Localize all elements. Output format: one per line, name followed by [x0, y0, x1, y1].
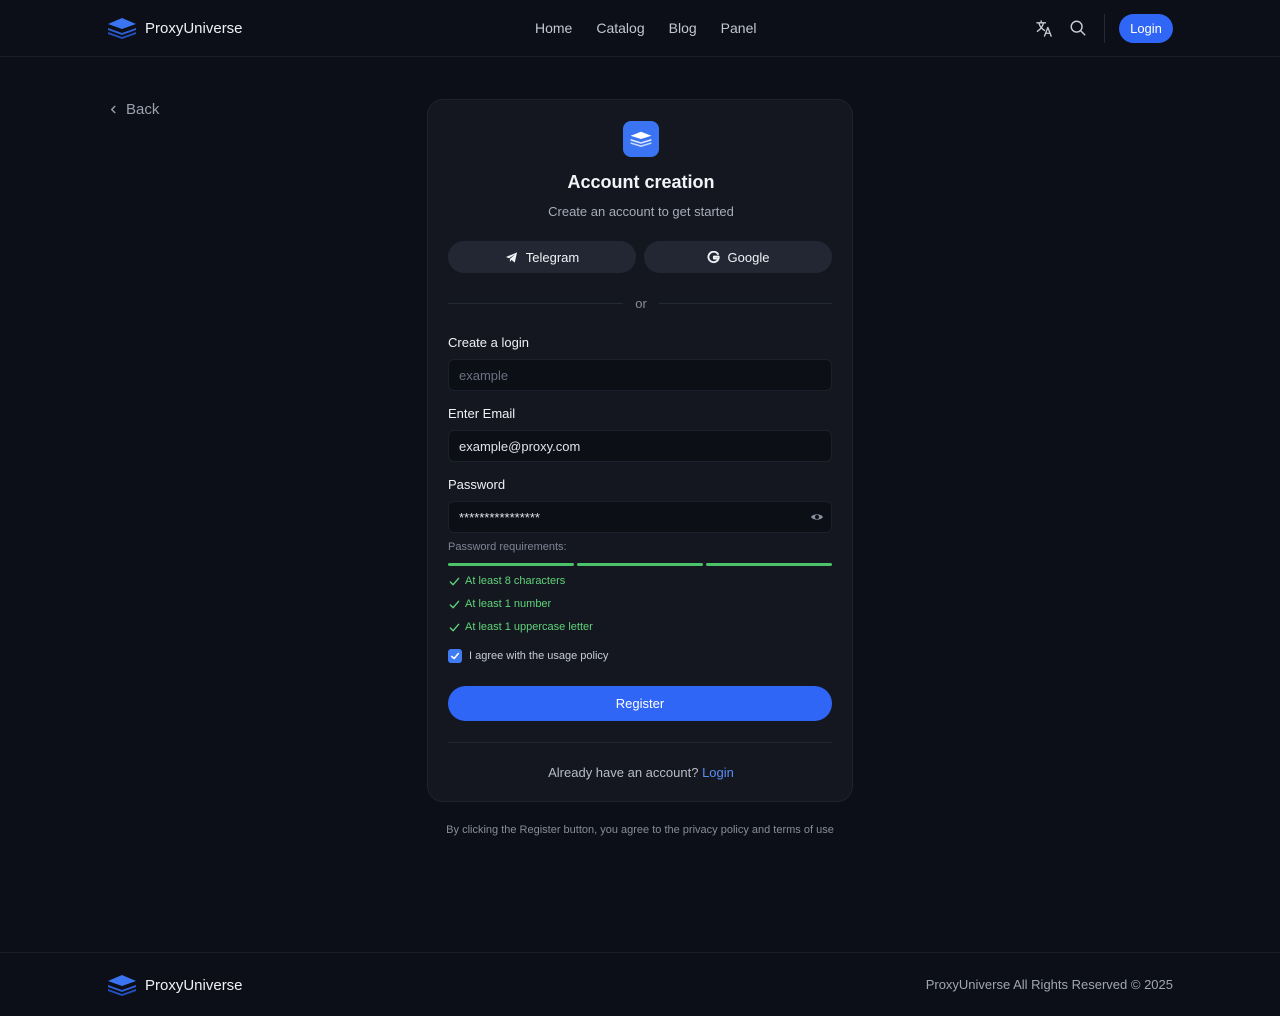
check-icon	[449, 623, 460, 631]
back-label: Back	[126, 101, 160, 118]
nav-blog[interactable]: Blog	[669, 20, 697, 36]
card-subtitle: Create an account to get started	[548, 204, 734, 219]
footer-logo[interactable]: ProxyUniverse	[107, 974, 243, 996]
google-icon	[707, 250, 720, 263]
logo-icon	[108, 18, 136, 39]
google-button[interactable]: Google	[644, 241, 832, 273]
register-button[interactable]: Register	[448, 686, 832, 721]
divider-right	[659, 303, 832, 304]
terms-disclaimer: By clicking the Register button, you agr…	[446, 824, 834, 836]
card-logo-icon	[623, 121, 659, 157]
checkmark-icon	[450, 652, 460, 660]
requirement-text: At least 1 uppercase letter	[465, 621, 593, 633]
eye-icon[interactable]	[810, 510, 824, 524]
search-icon[interactable]	[1068, 18, 1088, 38]
google-label: Google	[727, 249, 770, 265]
header-divider	[1104, 14, 1105, 43]
check-icon	[449, 577, 460, 585]
login-label: Create a login	[448, 335, 529, 350]
requirement-item: At least 1 number	[449, 598, 551, 610]
nav-panel[interactable]: Panel	[721, 20, 757, 36]
agree-checkbox[interactable]	[448, 649, 462, 663]
telegram-icon	[505, 251, 517, 263]
copyright: ProxyUniverse All Rights Reserved © 2025	[925, 977, 1173, 992]
check-icon	[449, 600, 460, 608]
strength-bar-3	[706, 563, 832, 566]
logo-icon	[108, 975, 136, 996]
already-text: Already have an account?	[548, 765, 699, 780]
brand-name: ProxyUniverse	[145, 19, 243, 37]
email-input[interactable]	[448, 430, 832, 462]
register-card: Account creation Create an account to ge…	[427, 99, 853, 802]
back-link[interactable]: Back	[109, 101, 159, 118]
header-actions	[1034, 18, 1088, 38]
translate-icon[interactable]	[1034, 18, 1054, 38]
agree-row: I agree with the usage policy	[448, 649, 608, 663]
brand-name: ProxyUniverse	[145, 976, 243, 994]
already-account-row: Already have an account? Login	[428, 765, 854, 780]
telegram-button[interactable]: Telegram	[448, 241, 636, 273]
card-divider	[448, 742, 832, 743]
site-header: ProxyUniverse Home Catalog Blog Panel Lo…	[0, 0, 1280, 57]
nav-home[interactable]: Home	[535, 20, 572, 36]
strength-bar-1	[448, 563, 574, 566]
password-label: Password	[448, 477, 506, 492]
header-logo[interactable]: ProxyUniverse	[107, 17, 243, 39]
login-link[interactable]: Login	[702, 765, 734, 780]
password-input[interactable]	[448, 501, 832, 533]
agree-label[interactable]: I agree with the usage policy	[469, 650, 608, 662]
card-title: Account creation	[567, 172, 715, 192]
site-footer: ProxyUniverse ProxyUniverse All Rights R…	[0, 952, 1280, 1016]
requirement-item: At least 8 characters	[449, 575, 565, 587]
strength-bar-2	[577, 563, 703, 566]
chevron-left-icon	[111, 105, 116, 114]
requirements-title: Password requirements:	[448, 541, 567, 553]
nav-catalog[interactable]: Catalog	[596, 20, 644, 36]
telegram-label: Telegram	[525, 249, 580, 265]
requirement-text: At least 1 number	[465, 598, 552, 610]
requirement-item: At least 1 uppercase letter	[449, 621, 593, 633]
header-login-button[interactable]: Login	[1119, 14, 1173, 43]
login-input[interactable]	[448, 359, 832, 391]
email-label: Enter Email	[448, 406, 516, 421]
requirement-text: At least 8 characters	[465, 575, 566, 587]
main-nav: Home Catalog Blog Panel	[535, 20, 756, 36]
